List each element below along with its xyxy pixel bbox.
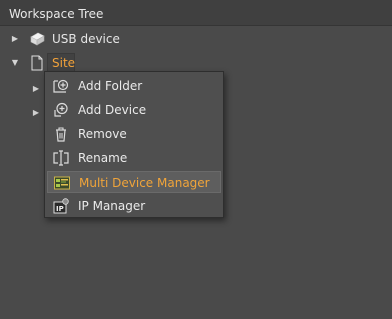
panel-title: Workspace Tree bbox=[9, 7, 104, 21]
menu-item-label: IP Manager bbox=[78, 199, 146, 213]
menu-item-add-device[interactable]: Add Device bbox=[47, 99, 221, 121]
document-icon bbox=[28, 54, 46, 72]
svg-text:IP: IP bbox=[56, 205, 64, 213]
menu-item-ip-manager[interactable]: IP IP Manager bbox=[47, 195, 221, 217]
panel-header: Workspace Tree bbox=[0, 0, 392, 26]
menu-item-label: Add Folder bbox=[78, 79, 143, 93]
add-folder-icon bbox=[52, 77, 70, 95]
tree-item-label: Site bbox=[52, 56, 76, 70]
collapse-arrow-icon[interactable]: ▼ bbox=[10, 57, 20, 69]
child-expand-arrow-icon[interactable]: ▶ bbox=[31, 106, 41, 118]
usb-device-icon bbox=[28, 30, 46, 48]
rename-icon bbox=[52, 149, 70, 167]
context-menu: Add Folder Add Device Remove Rename Mult… bbox=[44, 71, 224, 218]
trash-icon bbox=[52, 125, 70, 143]
menu-item-label: Add Device bbox=[78, 103, 147, 117]
child-expand-arrow-icon[interactable]: ▶ bbox=[31, 82, 41, 94]
tree-item-label: USB device bbox=[52, 32, 120, 46]
menu-item-label: Multi Device Manager bbox=[79, 176, 210, 190]
tree-item-usb-device[interactable]: ▶ USB device bbox=[0, 28, 392, 50]
menu-item-label: Remove bbox=[78, 127, 127, 141]
add-device-icon bbox=[52, 101, 70, 119]
multi-device-manager-icon bbox=[53, 174, 71, 192]
menu-item-multi-device-manager[interactable]: Multi Device Manager bbox=[47, 171, 221, 193]
expand-arrow-icon[interactable]: ▶ bbox=[10, 33, 20, 45]
menu-item-remove[interactable]: Remove bbox=[47, 123, 221, 145]
menu-item-rename[interactable]: Rename bbox=[47, 147, 221, 169]
menu-item-label: Rename bbox=[78, 151, 128, 165]
menu-item-add-folder[interactable]: Add Folder bbox=[47, 75, 221, 97]
ip-manager-icon: IP bbox=[52, 197, 70, 215]
